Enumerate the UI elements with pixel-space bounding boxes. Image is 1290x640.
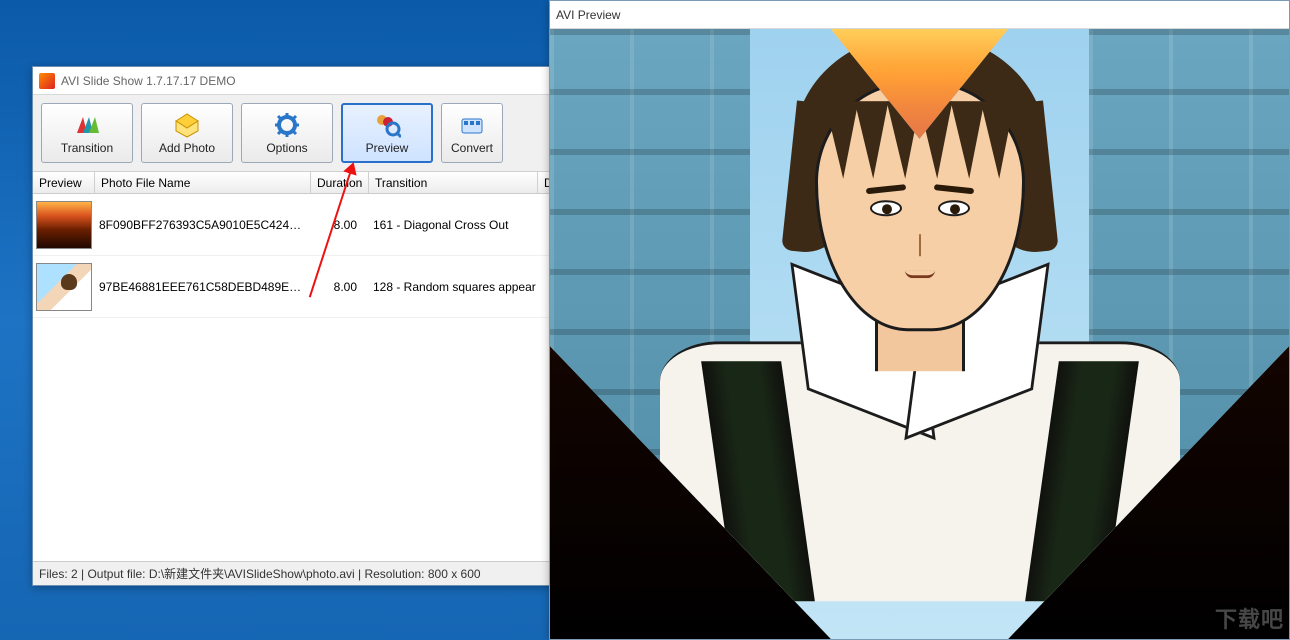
transition-label: Transition	[61, 141, 113, 155]
toolbar: Transition Add Photo Options Preview Con…	[33, 95, 551, 172]
preview-window: AVI Preview	[549, 0, 1290, 640]
main-window: AVI Slide Show 1.7.17.17 DEMO Transition…	[32, 66, 552, 586]
preview-button[interactable]: Preview	[341, 103, 433, 163]
preview-icon	[373, 111, 401, 139]
convert-label: Convert	[451, 141, 493, 155]
transition-button[interactable]: Transition	[41, 103, 133, 163]
list-header: Preview Photo File Name Duration Transit…	[33, 172, 551, 194]
col-transition[interactable]: Transition	[369, 172, 538, 193]
row-transition: 128 - Random squares appear	[369, 280, 551, 294]
add-photo-button[interactable]: Add Photo	[141, 103, 233, 163]
options-label: Options	[266, 141, 307, 155]
col-duration[interactable]: Duration	[311, 172, 369, 193]
options-button[interactable]: Options	[241, 103, 333, 163]
photo-list: Preview Photo File Name Duration Transit…	[33, 172, 551, 542]
row-duration: 8.00	[311, 280, 369, 294]
main-title: AVI Slide Show 1.7.17.17 DEMO	[61, 74, 236, 88]
convert-icon	[458, 111, 486, 139]
thumbnail-icon	[36, 201, 92, 249]
app-icon	[39, 73, 55, 89]
row-filename: 8F090BFF276393C5A9010E5C4242F0...	[95, 218, 311, 232]
status-text: Files: 2 | Output file: D:\新建文件夹\AVISlid…	[39, 565, 481, 582]
preview-title: AVI Preview	[556, 8, 620, 22]
preview-label: Preview	[366, 141, 409, 155]
preview-canvas	[550, 29, 1289, 639]
row-duration: 8.00	[311, 218, 369, 232]
col-name[interactable]: Photo File Name	[95, 172, 311, 193]
options-icon	[273, 111, 301, 139]
add-photo-icon	[173, 111, 201, 139]
transition-icon	[73, 111, 101, 139]
statusbar: Files: 2 | Output file: D:\新建文件夹\AVISlid…	[33, 561, 551, 585]
col-preview[interactable]: Preview	[33, 172, 95, 193]
convert-button[interactable]: Convert	[441, 103, 503, 163]
preview-titlebar[interactable]: AVI Preview	[550, 1, 1289, 29]
row-transition: 161 - Diagonal Cross Out	[369, 218, 551, 232]
main-titlebar[interactable]: AVI Slide Show 1.7.17.17 DEMO	[33, 67, 551, 95]
list-row[interactable]: 8F090BFF276393C5A9010E5C4242F0... 8.00 1…	[33, 194, 551, 256]
row-filename: 97BE46881EEE761C58DEBD489EE54...	[95, 280, 311, 294]
list-row[interactable]: 97BE46881EEE761C58DEBD489EE54... 8.00 12…	[33, 256, 551, 318]
thumbnail-icon	[36, 263, 92, 311]
add-photo-label: Add Photo	[159, 141, 215, 155]
